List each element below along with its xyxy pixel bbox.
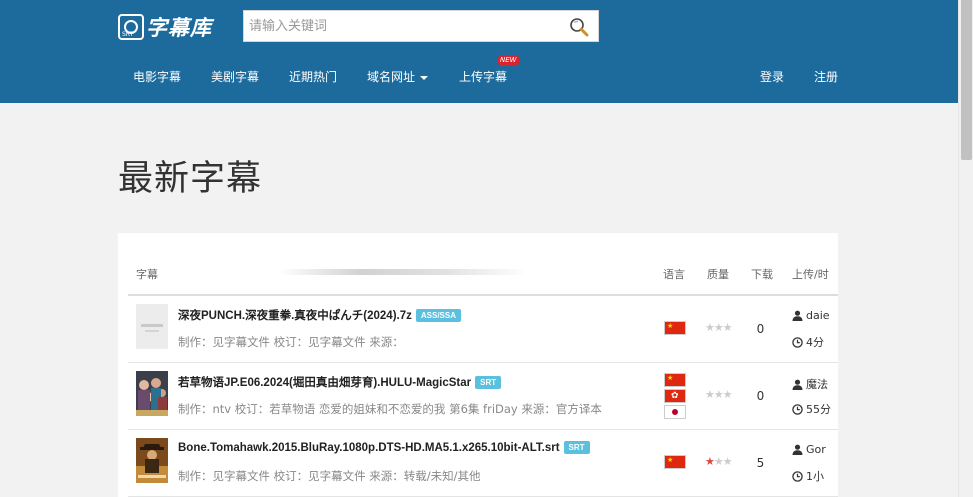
scrollbar-thumb[interactable] <box>961 0 972 160</box>
table-row: 若草物语JP.E06.2024(堀田真由畑芽育).HULU-MagicStar S… <box>128 363 838 430</box>
poster-thumbnail[interactable] <box>136 371 168 416</box>
nav-upload-subtitle[interactable]: 上传字幕 <box>459 68 507 85</box>
table-row: 深夜PUNCH.深夜重拳.真夜中ぱんチ(2024).7z ASS/SSA 制作：见… <box>128 296 838 363</box>
subtitle-title-link[interactable]: 深夜PUNCH.深夜重拳.真夜中ぱんチ(2024).7z ASS/SSA <box>178 307 461 323</box>
language-flags <box>664 455 686 469</box>
nav-domains-label: 域名网址 <box>367 70 416 84</box>
subtitle-title-text: Bone.Tomahawk.2015.BluRay.1080p.DTS-HD.M… <box>178 442 560 454</box>
clock-icon <box>792 404 803 415</box>
subtitle-meta: 制作：见字幕文件 校订：见字幕文件 来源： <box>178 335 404 349</box>
search-input[interactable] <box>244 11 562 41</box>
chevron-down-icon <box>420 75 429 80</box>
logo-mark-icon: SRT <box>118 14 144 40</box>
upload-time: 55分 <box>792 401 831 417</box>
format-badge: ASS/SSA <box>415 309 461 322</box>
subtitle-title-link[interactable]: Bone.Tomahawk.2015.BluRay.1080p.DTS-HD.M… <box>178 441 590 454</box>
uploader-link[interactable]: daie <box>792 309 830 322</box>
poster-thumbnail[interactable] <box>136 304 168 349</box>
nav-movie-subtitles[interactable]: 电影字幕 <box>133 68 181 85</box>
subtitle-meta: 制作：见字幕文件 校订：见字幕文件 来源：转载/未知/其他 <box>178 469 481 483</box>
logo-text: 字幕库 <box>146 16 212 40</box>
format-badge: SRT <box>563 441 590 454</box>
clock-icon <box>792 471 803 482</box>
user-icon <box>792 444 803 455</box>
rating-stars: ★★★ <box>705 455 733 468</box>
subtitle-title-text: 若草物语JP.E06.2024(堀田真由畑芽育).HULU-MagicStar <box>178 377 472 389</box>
column-header-language: 语言 <box>663 268 685 281</box>
nav-trending[interactable]: 近期热门 <box>289 68 337 85</box>
uploader-name: 魔法 <box>806 378 828 391</box>
upload-time-text: 55分 <box>806 403 831 416</box>
subtitle-title-text: 深夜PUNCH.深夜重拳.真夜中ぱんチ(2024).7z <box>178 310 412 322</box>
subtitle-meta: 制作：ntv 校订：若草物语 恋爱的姐妹和不恋爱的我 第6集 friDay 来源… <box>178 402 602 416</box>
new-badge: NEW <box>497 55 520 66</box>
language-flags <box>664 321 686 335</box>
login-link[interactable]: 登录 <box>760 68 784 85</box>
site-header: SRT 字幕库 电影字幕 美剧字幕 近期热门 域名网址 上传字幕 登录 注册 <box>0 0 958 103</box>
china-flag-icon <box>664 373 686 387</box>
column-header-subtitle: 字幕 <box>136 268 158 281</box>
upload-time: 4分 <box>792 334 824 350</box>
subtitle-table: 字幕 语言 质量 下载 上传/时 深夜PUNCH.深夜重拳.真夜中ぱんチ(202… <box>118 233 838 497</box>
search-box <box>243 10 599 42</box>
rating-stars: ★★★ <box>705 321 733 334</box>
nav-domains-dropdown[interactable]: 域名网址 <box>367 68 429 85</box>
poster-thumbnail[interactable] <box>136 438 168 483</box>
china-flag-icon <box>664 321 686 335</box>
search-icon[interactable] <box>568 16 590 38</box>
user-icon <box>792 310 803 321</box>
register-link[interactable]: 注册 <box>814 68 838 85</box>
subtitle-title-link[interactable]: 若草物语JP.E06.2024(堀田真由畑芽育).HULU-MagicStar S… <box>178 374 502 390</box>
upload-time: 1小 <box>792 468 824 484</box>
column-header-downloads: 下载 <box>751 268 773 281</box>
table-row: Bone.Tomahawk.2015.BluRay.1080p.DTS-HD.M… <box>128 430 838 497</box>
china-flag-icon <box>664 455 686 469</box>
uploader-link[interactable]: Gor <box>792 443 826 456</box>
user-icon <box>792 379 803 390</box>
page-title: 最新字幕 <box>118 159 263 199</box>
nav-tv-subtitles[interactable]: 美剧字幕 <box>211 68 259 85</box>
logo-mark-text: SRT <box>122 31 134 38</box>
download-count: 5 <box>756 456 765 470</box>
site-logo[interactable]: SRT 字幕库 <box>118 11 218 43</box>
hong-kong-flag-icon <box>664 389 686 403</box>
uploader-name: daie <box>806 309 830 322</box>
blurred-decoration <box>278 269 528 275</box>
uploader-name: Gor <box>806 443 826 456</box>
download-count: 0 <box>756 389 765 403</box>
column-header-uploader: 上传/时 <box>792 268 829 281</box>
download-count: 0 <box>756 322 765 336</box>
japan-flag-icon <box>664 405 686 419</box>
page-scrollbar[interactable] <box>958 0 973 497</box>
upload-time-text: 4分 <box>806 336 824 349</box>
upload-time-text: 1小 <box>806 470 824 483</box>
format-badge: SRT <box>475 376 502 389</box>
rating-stars: ★★★ <box>705 388 733 401</box>
column-header-quality: 质量 <box>707 268 729 281</box>
clock-icon <box>792 337 803 348</box>
main-nav: 电影字幕 美剧字幕 近期热门 域名网址 上传字幕 登录 注册 <box>0 55 958 99</box>
language-flags <box>664 373 686 419</box>
uploader-link[interactable]: 魔法 <box>792 376 828 392</box>
